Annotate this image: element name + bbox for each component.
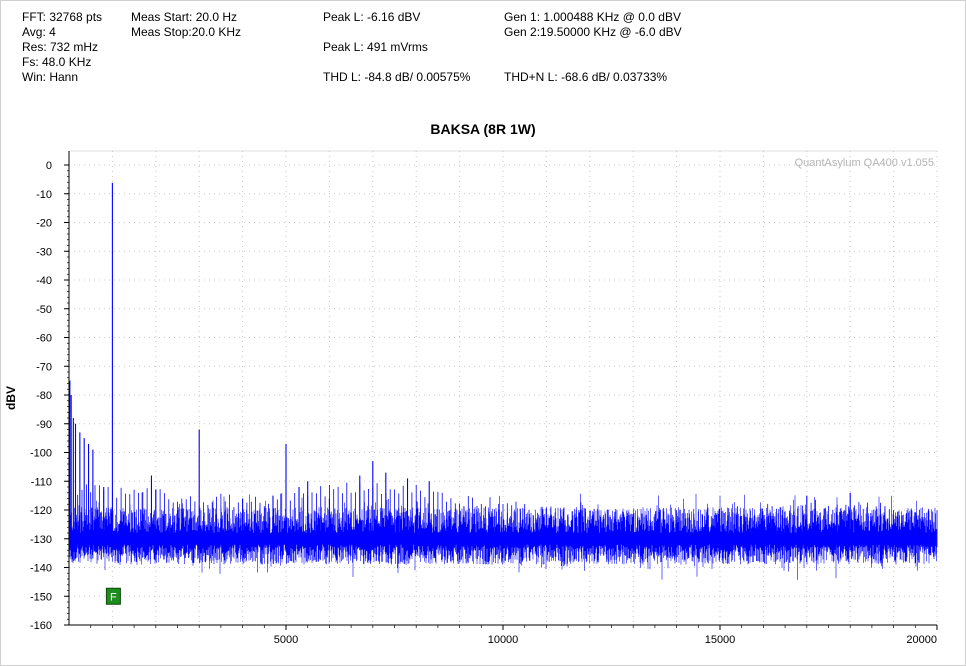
x-tick-label: 15000 [705,634,736,646]
y-tick-label: -20 [36,218,52,230]
marker-group[interactable]: F [105,587,121,605]
y-tick-label: -40 [36,275,52,287]
y-tick-label: -50 [36,304,52,316]
y-tick-label: -90 [36,419,52,431]
y-tick-label: -130 [30,534,52,546]
y-tick-label: -60 [36,333,52,345]
y-tick-label: 0 [46,160,52,172]
y-tick-label: -30 [36,246,52,258]
x-tick-label: 5000 [274,634,298,646]
x-tick-label: 20000 [906,634,937,646]
spectrum-chart[interactable]: 0 -10 -20 -30 -40 -50 -60 -70 -80 -90 -100 -110 -120… [0,0,966,666]
y-tick-label: -70 [36,361,52,373]
y-tick-label: -10 [36,189,52,201]
axes: 0 -10 -20 -30 -40 -50 -60 -70 -80 -90 -100 -110 -120… [30,151,938,646]
y-tick-label: -160 [30,620,52,632]
y-tick-label: -80 [36,390,52,402]
y-tick-label: -110 [31,476,52,488]
y-tick-label: -120 [30,505,52,517]
y-tick-label: -150 [30,591,52,603]
y-tick-label: -140 [30,563,52,575]
marker-label: F [110,591,117,603]
x-tick-label: 10000 [488,634,519,646]
y-tick-label: -100 [30,448,52,460]
